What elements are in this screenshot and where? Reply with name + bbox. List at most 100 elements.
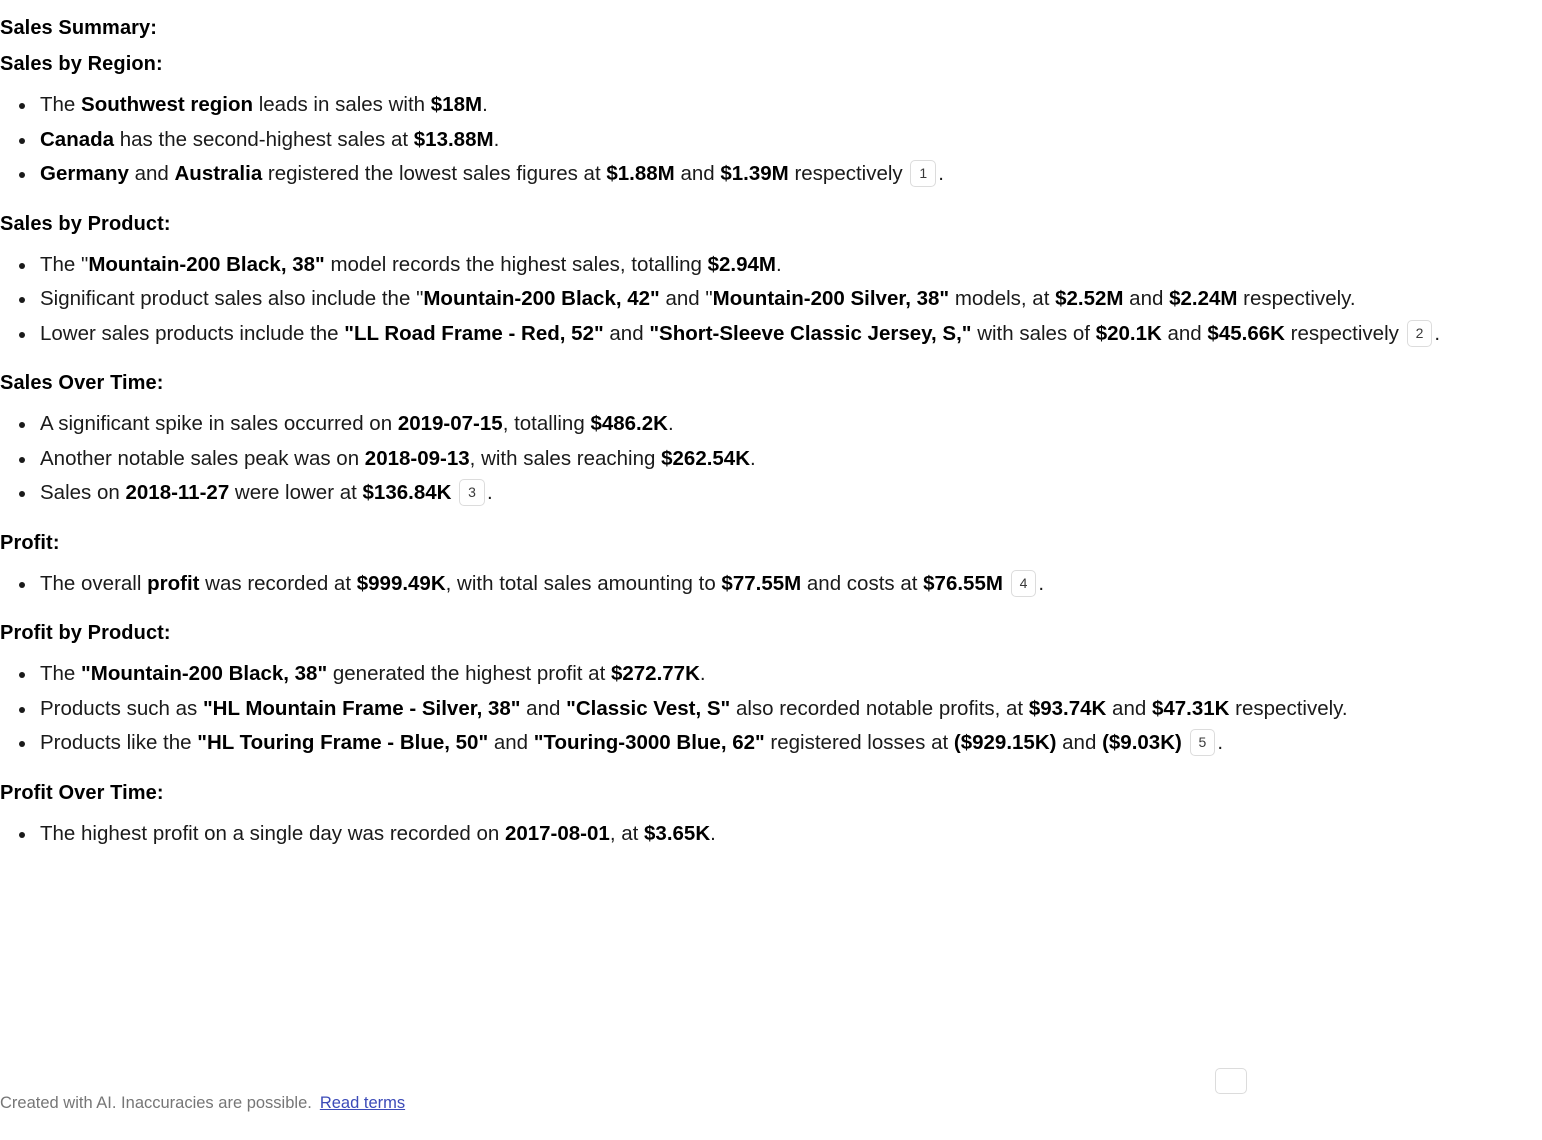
body-text: Another notable sales peak was on bbox=[40, 446, 365, 470]
emphasis-text: $20.1K bbox=[1095, 321, 1162, 345]
emphasis-text: $76.55M bbox=[923, 571, 1003, 595]
citation-badge[interactable]: 2 bbox=[1406, 319, 1433, 347]
list-item: Canada has the second-highest sales at $… bbox=[0, 123, 1534, 158]
body-text: and bbox=[520, 696, 567, 720]
list-item: Sales on 2018-11-27 were lower at $136.8… bbox=[0, 476, 1534, 511]
body-text: The highest profit on a single day was r… bbox=[40, 821, 505, 845]
section-heading-block-profit: Profit: bbox=[0, 531, 1534, 555]
body-text: Products like the bbox=[40, 731, 198, 754]
bullet-list-sales-over-time: A significant spike in sales occurred on… bbox=[0, 407, 1534, 511]
section-heading-block-profit-over-time: Profit Over Time: bbox=[0, 781, 1534, 805]
body-text: The bbox=[40, 662, 82, 685]
bullet-list-profit: The overall profit was recorded at $999.… bbox=[0, 567, 1534, 602]
emphasis-text: Mountain-200 Silver, 38" bbox=[712, 287, 950, 310]
body-text: . bbox=[1217, 731, 1224, 754]
body-text: registered the lowest sales figures at bbox=[262, 162, 607, 185]
emphasis-text: $486.2K bbox=[590, 412, 668, 435]
emphasis-text: $2.94M bbox=[707, 252, 777, 276]
section-heading-sales-over-time: Sales Over Time: bbox=[0, 372, 164, 394]
emphasis-text: $1.88M bbox=[606, 162, 675, 185]
body-text: respectively bbox=[788, 162, 909, 185]
body-text: and bbox=[1123, 287, 1170, 310]
body-text: with sales of bbox=[971, 321, 1096, 345]
body-text: , totalling bbox=[502, 412, 591, 435]
body-text: and costs at bbox=[801, 571, 924, 595]
section-heading-block-profit-by-product: Profit by Product: bbox=[0, 621, 1534, 645]
emphasis-text: Canada bbox=[40, 127, 115, 151]
emphasis-text: 2017-08-01 bbox=[504, 821, 610, 845]
citation-badge[interactable]: 4 bbox=[1010, 569, 1037, 597]
citation-badge[interactable]: 5 bbox=[1189, 729, 1216, 756]
read-terms-link[interactable]: Read terms bbox=[320, 1094, 405, 1112]
emphasis-text: $93.74K bbox=[1028, 696, 1107, 720]
citation-badge[interactable]: 3 bbox=[459, 479, 485, 506]
section-heading-block-sales-by-product: Sales by Product: bbox=[0, 212, 1534, 236]
body-text: . bbox=[776, 252, 782, 276]
body-text bbox=[1182, 731, 1188, 754]
citation-badge-partial[interactable] bbox=[1215, 1068, 1247, 1094]
body-text: respectively bbox=[1284, 321, 1405, 345]
body-text: . bbox=[493, 127, 500, 151]
body-text: . bbox=[486, 481, 493, 504]
emphasis-text: $272.77K bbox=[610, 662, 700, 685]
body-text: and bbox=[674, 162, 721, 185]
body-text: " bbox=[705, 287, 713, 310]
emphasis-text: "Classic Vest, S" bbox=[566, 696, 731, 720]
section-heading-profit-over-time: Profit Over Time: bbox=[0, 781, 164, 804]
body-text: . bbox=[938, 162, 944, 185]
page-title: Sales Summary: bbox=[0, 17, 158, 39]
list-item: A significant spike in sales occurred on… bbox=[0, 407, 1534, 442]
body-text bbox=[1003, 572, 1009, 595]
body-text: leads in sales with bbox=[253, 93, 431, 116]
body-text: generated the highest profit at bbox=[327, 662, 611, 685]
emphasis-text: $1.39M bbox=[720, 162, 789, 185]
body-text: The overall bbox=[40, 571, 148, 595]
body-text: . bbox=[710, 821, 716, 845]
body-text: and bbox=[659, 287, 706, 310]
body-text bbox=[451, 481, 457, 504]
body-text: model records the highest sales, totalli… bbox=[324, 252, 708, 276]
page-title-block: Sales Summary: bbox=[0, 16, 1534, 40]
emphasis-text: "LL Road Frame - Red, 52" bbox=[344, 321, 604, 345]
section-heading-block-sales-by-region: Sales by Region: bbox=[0, 52, 1534, 76]
summary-body: Sales Summary: Sales by Region: The South… bbox=[0, 0, 1542, 851]
body-text: and bbox=[603, 321, 650, 345]
emphasis-text: $45.66K bbox=[1207, 321, 1285, 345]
body-text: , with total sales amounting to bbox=[445, 571, 722, 595]
bullet-list-profit-over-time: The highest profit on a single day was r… bbox=[0, 817, 1534, 852]
body-text: also recorded notable profits, at bbox=[730, 696, 1029, 720]
emphasis-text: $18M bbox=[430, 93, 483, 116]
list-item: The "Mountain-200 Black, 38" generated t… bbox=[0, 657, 1534, 692]
body-text: respectively. bbox=[1237, 287, 1356, 310]
list-item: Lower sales products include the "LL Roa… bbox=[0, 317, 1534, 352]
citation-badge[interactable]: 1 bbox=[910, 160, 937, 187]
body-text: . bbox=[699, 662, 706, 685]
bullet-list-sales-by-region: The Southwest region leads in sales with… bbox=[0, 88, 1534, 192]
body-text: Products such as bbox=[40, 696, 203, 720]
body-text: were lower at bbox=[229, 481, 363, 504]
list-item: The highest profit on a single day was r… bbox=[0, 817, 1534, 852]
body-text: models, at bbox=[949, 287, 1056, 310]
body-text: and bbox=[1161, 321, 1208, 345]
body-text: registered losses at bbox=[764, 731, 954, 754]
list-item: Another notable sales peak was on 2018-0… bbox=[0, 442, 1534, 477]
emphasis-text: ($929.15K) bbox=[953, 731, 1057, 754]
list-item: Significant product sales also include t… bbox=[0, 282, 1534, 317]
emphasis-text: 2018-11-27 bbox=[125, 481, 230, 504]
sales-summary-page: Sales Summary: Sales by Region: The South… bbox=[0, 0, 1542, 1140]
emphasis-text: Germany bbox=[40, 162, 129, 185]
body-text: , at bbox=[609, 821, 645, 845]
section-heading-profit-by-product: Profit by Product: bbox=[0, 622, 171, 644]
body-text: A significant spike in sales occurred on bbox=[40, 412, 398, 435]
body-text: . bbox=[667, 412, 674, 435]
list-item: Products like the "HL Touring Frame - Bl… bbox=[0, 726, 1534, 761]
body-text: and bbox=[488, 731, 534, 754]
emphasis-text: Australia bbox=[174, 162, 263, 185]
section-heading-sales-by-region: Sales by Region: bbox=[0, 53, 163, 75]
section-heading-profit: Profit: bbox=[0, 531, 60, 554]
ai-disclaimer-text: Created with AI. Inaccuracies are possib… bbox=[0, 1094, 312, 1112]
body-text: Lower sales products include the bbox=[40, 321, 345, 345]
emphasis-text: Mountain-200 Black, 38" bbox=[88, 252, 325, 276]
sections-container: Sales by Region: The Southwest region lea… bbox=[0, 52, 1534, 851]
list-item: Products such as "HL Mountain Frame - Si… bbox=[0, 692, 1534, 727]
